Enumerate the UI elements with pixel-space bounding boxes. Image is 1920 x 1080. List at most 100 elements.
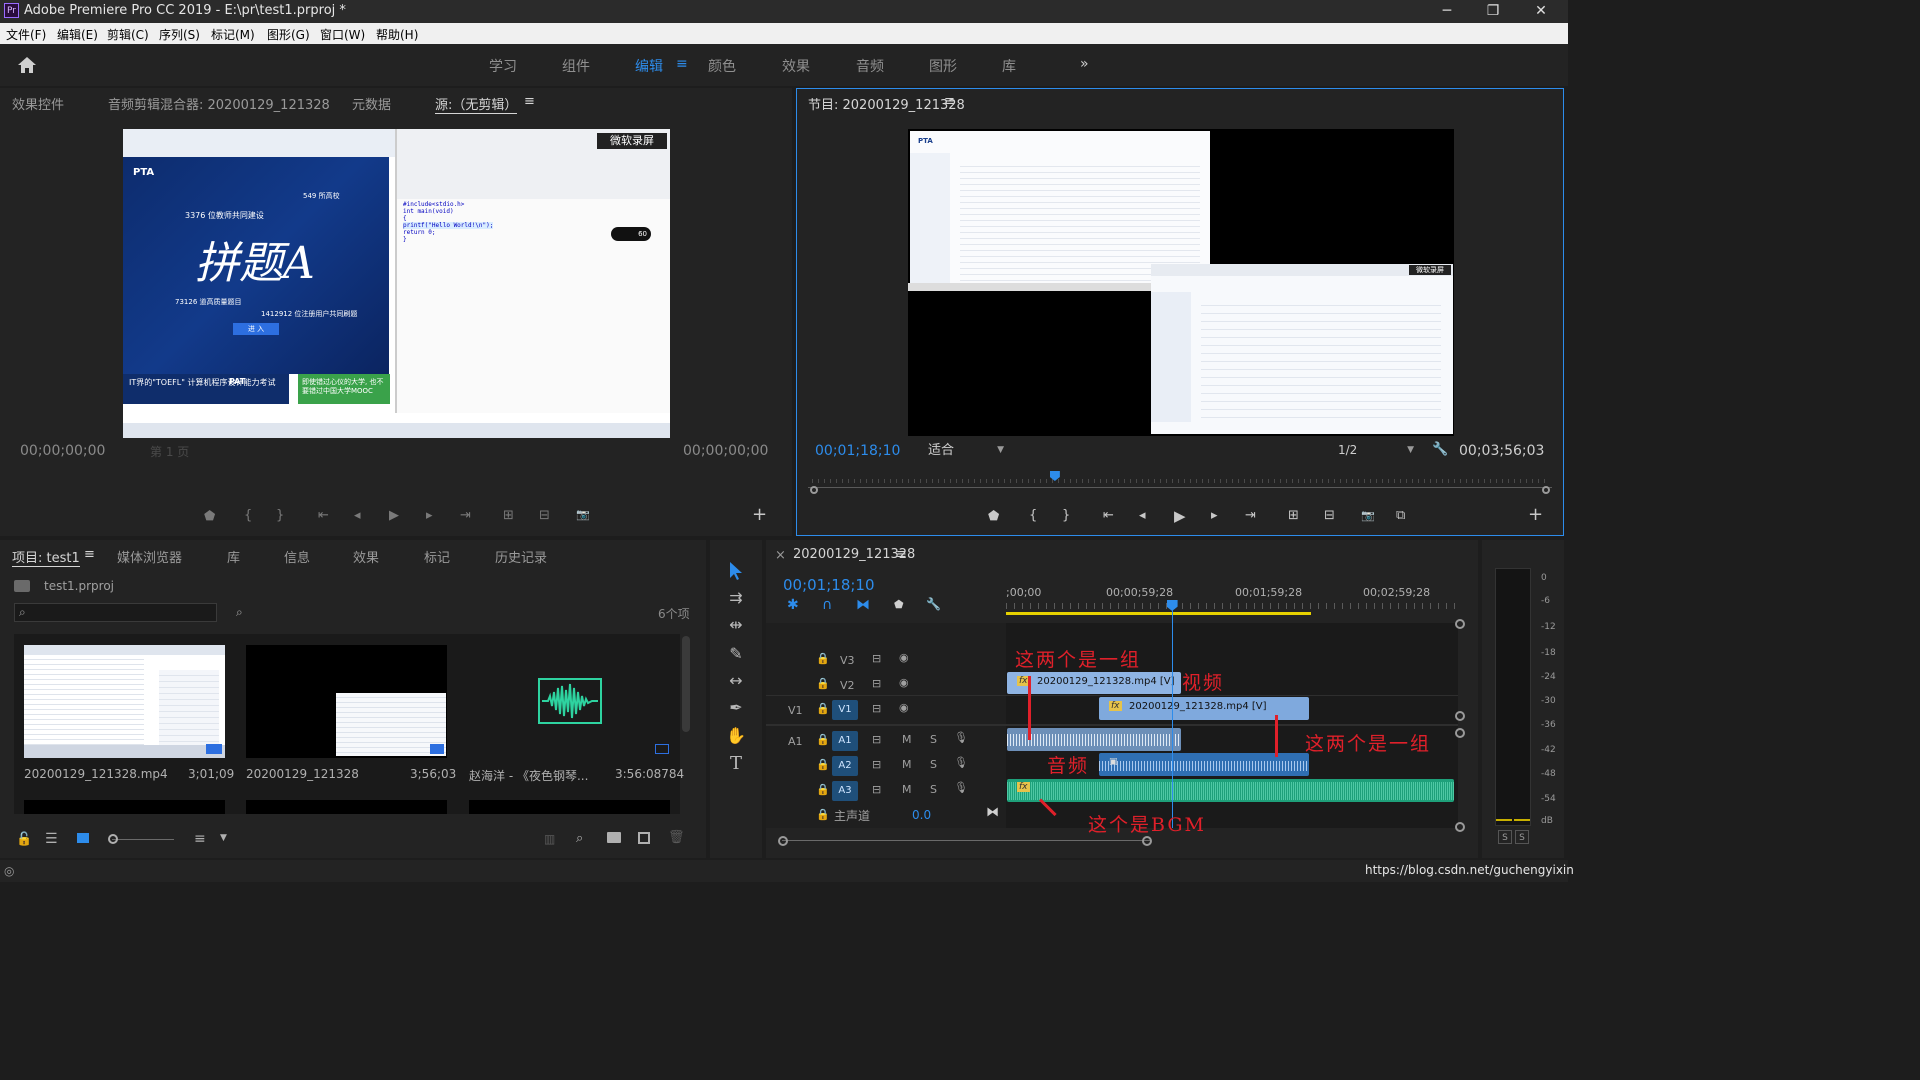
- selection-tool-icon[interactable]: [728, 561, 744, 581]
- automate-icon[interactable]: ▥: [544, 832, 555, 846]
- menu-graphics[interactable]: 图形(G): [267, 26, 310, 43]
- source-step-back-button[interactable]: ◂: [354, 508, 361, 523]
- tab-libraries[interactable]: 库: [227, 547, 240, 566]
- hand-tool-icon[interactable]: ✋: [724, 724, 748, 748]
- tab-effect-controls[interactable]: 效果控件: [12, 94, 64, 113]
- workspace-assembly[interactable]: 组件: [562, 56, 590, 76]
- source-overwrite-button[interactable]: ⊟: [539, 508, 550, 523]
- track-target-v1[interactable]: V1: [832, 700, 858, 720]
- track-target-a2[interactable]: A2: [832, 756, 858, 776]
- source-insert-button[interactable]: ⊞: [503, 508, 514, 523]
- track-select-tool-icon[interactable]: ⇉: [724, 586, 748, 610]
- timeline-ruler[interactable]: ;00;00 00;00;59;28 00;01;59;28 00;02;59;…: [1006, 583, 1466, 619]
- add-marker-icon[interactable]: ⬟: [894, 598, 904, 611]
- program-play-button[interactable]: ▶: [1174, 507, 1186, 525]
- chevron-down-icon[interactable]: ▼: [220, 833, 227, 843]
- sort-icon[interactable]: ≡: [194, 831, 206, 847]
- program-timecode-current[interactable]: 00;01;18;10: [815, 443, 900, 459]
- icon-view-icon[interactable]: [77, 833, 89, 843]
- project-scrollbar[interactable]: [682, 636, 690, 732]
- source-mark-in-button[interactable]: {: [244, 508, 252, 523]
- list-view-icon[interactable]: ☰: [45, 831, 58, 847]
- menu-window[interactable]: 窗口(W): [320, 26, 365, 43]
- menu-help[interactable]: 帮助(H): [376, 26, 418, 43]
- toggle-sync-icon[interactable]: ⊟: [872, 677, 881, 690]
- timeline-settings-wrench-icon[interactable]: 🔧: [926, 597, 941, 611]
- media-thumb-4[interactable]: [24, 800, 225, 814]
- new-bin-icon[interactable]: [607, 832, 621, 843]
- menu-edit[interactable]: 编辑(E): [57, 26, 98, 43]
- source-add-button[interactable]: +: [752, 504, 767, 525]
- new-item-icon[interactable]: [638, 832, 650, 844]
- solo-button[interactable]: S: [930, 758, 937, 771]
- trash-icon[interactable]: 🗑: [668, 830, 685, 845]
- source-marker-button[interactable]: ⬟: [204, 509, 215, 524]
- media-thumb-6[interactable]: [469, 800, 670, 814]
- lock-icon[interactable]: 🔓: [16, 832, 32, 847]
- clip-a3-bgm[interactable]: fx: [1007, 779, 1454, 802]
- toggle-sync-icon[interactable]: ⊟: [872, 758, 881, 771]
- home-icon[interactable]: [17, 56, 37, 74]
- work-area-bar[interactable]: [1006, 612, 1311, 615]
- program-extract-button[interactable]: ⊟: [1324, 508, 1335, 523]
- program-add-button[interactable]: +: [1528, 504, 1543, 525]
- program-compare-button[interactable]: ⧉: [1396, 508, 1405, 523]
- track-lock-icon[interactable]: 🔒: [816, 808, 830, 821]
- tab-markers[interactable]: 标记: [424, 547, 450, 566]
- program-fit-dropdown[interactable]: 适合 ▼: [922, 441, 1008, 460]
- timeline-playhead[interactable]: [1166, 600, 1178, 828]
- toggle-sync-icon[interactable]: ⊟: [872, 652, 881, 665]
- program-title[interactable]: 节目: 20200129_121328: [808, 94, 965, 113]
- tab-media-browser[interactable]: 媒体浏览器: [117, 547, 182, 566]
- slip-tool-icon[interactable]: ↔: [724, 669, 748, 693]
- meter-solo-left-button[interactable]: S: [1498, 830, 1512, 844]
- master-volume-value[interactable]: 0.0: [912, 808, 931, 822]
- workspace-graphics[interactable]: 图形: [929, 56, 957, 76]
- zoom-handle-left[interactable]: [810, 486, 818, 494]
- voiceover-mic-icon[interactable]: 🎙: [954, 781, 968, 794]
- workspace-effects[interactable]: 效果: [782, 56, 810, 76]
- workspace-audio[interactable]: 音频: [856, 56, 884, 76]
- source-go-out-button[interactable]: ⇥: [460, 508, 471, 523]
- timeline-menu-icon[interactable]: ≡: [896, 547, 907, 562]
- program-mark-in-button[interactable]: {: [1029, 508, 1037, 523]
- go-to-end-icon[interactable]: ⧓: [986, 805, 999, 820]
- workspace-libraries[interactable]: 库: [1002, 56, 1016, 76]
- source-go-in-button[interactable]: ⇤: [318, 508, 329, 523]
- media-thumb-3[interactable]: [469, 645, 670, 758]
- track-lock-icon[interactable]: 🔒: [816, 783, 830, 796]
- thumbnail-size-slider[interactable]: [108, 834, 174, 844]
- toggle-sync-icon[interactable]: ⊟: [872, 702, 881, 715]
- audio-scroll-handle-bottom[interactable]: [1455, 822, 1465, 832]
- solo-button[interactable]: S: [930, 733, 937, 746]
- source-menu-icon[interactable]: ≡: [524, 94, 535, 109]
- clip-v2[interactable]: fx 20200129_121328.mp4 [V]: [1007, 672, 1181, 694]
- ripple-edit-tool-icon[interactable]: ⇹: [724, 613, 748, 637]
- workspace-overflow-icon[interactable]: »: [1080, 56, 1089, 72]
- zoom-handle-right[interactable]: [1542, 486, 1550, 494]
- video-scroll-handle-top[interactable]: [1455, 619, 1465, 629]
- track-lock-icon[interactable]: 🔒: [816, 702, 830, 715]
- eye-icon[interactable]: ◉: [899, 701, 909, 714]
- voiceover-mic-icon[interactable]: 🎙: [954, 731, 968, 744]
- program-settings-wrench-icon[interactable]: 🔧: [1432, 442, 1448, 457]
- tab-project[interactable]: 项目: test1: [12, 547, 80, 567]
- program-step-fwd-button[interactable]: ▸: [1211, 508, 1218, 523]
- eye-icon[interactable]: ◉: [899, 676, 909, 689]
- source-step-fwd-button[interactable]: ▸: [426, 508, 433, 523]
- toggle-sync-icon[interactable]: ⊟: [872, 733, 881, 746]
- timeline-timecode[interactable]: 00;01;18;10: [783, 576, 875, 594]
- track-target-a3[interactable]: A3: [832, 781, 858, 801]
- workspace-color[interactable]: 颜色: [708, 56, 736, 76]
- tab-source[interactable]: 源:（无剪辑）: [435, 94, 518, 114]
- pen-tool-icon[interactable]: ✒: [724, 696, 748, 720]
- tab-effects[interactable]: 效果: [353, 547, 379, 566]
- media-thumb-2[interactable]: [246, 645, 447, 758]
- linked-selection-icon[interactable]: ⧓: [856, 597, 870, 613]
- new-search-bin-icon[interactable]: ⌕: [236, 605, 243, 620]
- minimize-button[interactable]: ─: [1424, 0, 1470, 23]
- media-thumb-1[interactable]: [24, 645, 225, 758]
- program-mark-out-button[interactable]: }: [1062, 508, 1070, 523]
- toggle-sync-icon[interactable]: ⊟: [872, 783, 881, 796]
- workspace-editing[interactable]: 编辑: [635, 56, 663, 76]
